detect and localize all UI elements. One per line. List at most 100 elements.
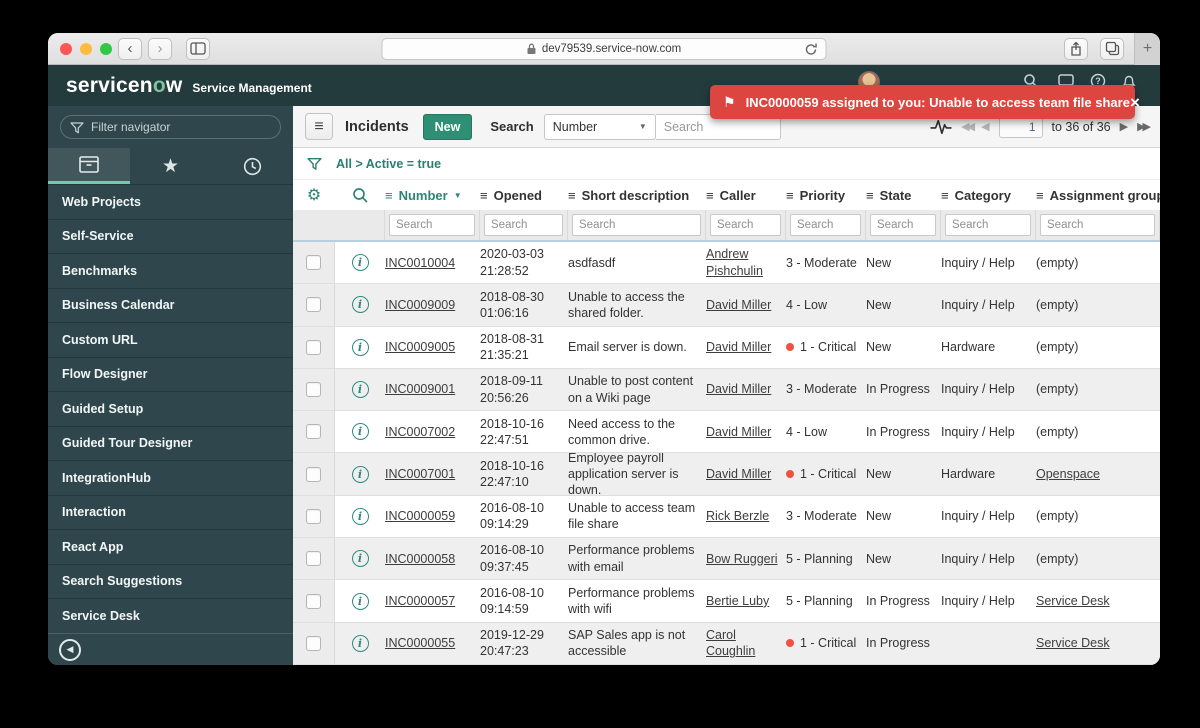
next-page-button[interactable]: ▶ — [1120, 120, 1128, 133]
sidebar-item-react-app[interactable]: React App — [48, 530, 293, 565]
assignment-group-link[interactable]: Service Desk — [1036, 593, 1110, 609]
sidebar-item-guided-setup[interactable]: Guided Setup — [48, 392, 293, 427]
row-checkbox[interactable] — [306, 635, 321, 651]
filter-input-category[interactable] — [945, 214, 1031, 236]
sidebar-item-service-desk[interactable]: Service Desk — [48, 599, 293, 634]
info-icon[interactable]: i — [351, 550, 369, 568]
sidebar-toggle-button[interactable] — [186, 37, 210, 60]
row-checkbox[interactable] — [306, 593, 321, 609]
row-checkbox[interactable] — [306, 508, 321, 524]
row-checkbox[interactable] — [306, 339, 321, 355]
filter-input-state[interactable] — [870, 214, 936, 236]
assignment-group-link[interactable]: Openspace — [1036, 466, 1100, 482]
incident-number-link[interactable]: INC0000055 — [385, 635, 455, 651]
toast-close-icon[interactable]: × — [1130, 94, 1140, 111]
previous-page-button[interactable]: ◀ — [981, 120, 989, 133]
incident-number-link[interactable]: INC0009005 — [385, 339, 455, 355]
caller-link[interactable]: David Miller — [706, 297, 771, 313]
info-icon[interactable]: i — [351, 296, 369, 314]
breadcrumb[interactable]: All > Active = true — [336, 157, 441, 171]
caller-link[interactable]: David Miller — [706, 424, 771, 440]
filter-input-number[interactable] — [389, 214, 475, 236]
info-icon[interactable]: i — [351, 592, 369, 610]
caller-link[interactable]: Rick Berzle — [706, 508, 769, 524]
column-header-short-description[interactable]: ≡ Short description — [568, 188, 706, 203]
column-header-state[interactable]: ≡ State — [866, 188, 941, 203]
row-checkbox[interactable] — [306, 551, 321, 567]
sidebar-item-self-service[interactable]: Self-Service — [48, 220, 293, 254]
sidebar-item-business-calendar[interactable]: Business Calendar — [48, 289, 293, 323]
incident-number-link[interactable]: INC0000058 — [385, 551, 455, 567]
sidebar-item-interaction[interactable]: Interaction — [48, 496, 293, 530]
incident-number-link[interactable]: INC0000059 — [385, 508, 455, 524]
info-icon[interactable]: i — [351, 338, 369, 356]
forward-button[interactable]: › — [148, 37, 172, 60]
sidebar-item-web-projects[interactable]: Web Projects — [48, 185, 293, 220]
incident-number-link[interactable]: INC0007001 — [385, 466, 455, 482]
row-checkbox[interactable] — [306, 466, 321, 482]
caller-link[interactable]: David Miller — [706, 339, 771, 355]
servicenow-logo[interactable]: servicenow — [66, 74, 182, 98]
search-field-select[interactable]: Number ▼ — [543, 113, 656, 140]
incident-number-link[interactable]: INC0009001 — [385, 381, 455, 397]
sidebar-item-integrationhub[interactable]: IntegrationHub — [48, 461, 293, 496]
sidebar-item-benchmarks[interactable]: Benchmarks — [48, 254, 293, 289]
list-settings-button[interactable]: ⚙ — [293, 185, 335, 205]
reload-icon[interactable] — [804, 42, 819, 57]
column-header-category[interactable]: ≡ Category — [941, 188, 1036, 203]
column-header-number[interactable]: ≡ Number ▼ — [385, 188, 480, 203]
caller-link[interactable]: Andrew Pishchulin — [706, 246, 778, 279]
row-checkbox[interactable] — [306, 255, 321, 271]
share-button[interactable] — [1064, 37, 1088, 60]
info-icon[interactable]: i — [351, 634, 369, 652]
caller-link[interactable]: Bow Ruggeri — [706, 551, 778, 567]
activity-stream-icon[interactable] — [930, 118, 952, 136]
filter-input-short-description[interactable] — [572, 214, 701, 236]
new-button[interactable]: New — [422, 113, 473, 140]
info-icon[interactable]: i — [351, 254, 369, 272]
new-tab-button[interactable]: + — [1134, 33, 1160, 65]
column-header-opened[interactable]: ≡ Opened — [480, 188, 568, 203]
last-page-button[interactable]: ▶▶ — [1137, 120, 1151, 133]
sidebar-item-custom-url[interactable]: Custom URL — [48, 323, 293, 358]
tab-history[interactable] — [211, 148, 293, 184]
address-bar[interactable]: dev79539.service-now.com — [381, 37, 827, 60]
row-checkbox[interactable] — [306, 297, 321, 313]
incident-number-link[interactable]: INC0009009 — [385, 297, 455, 313]
column-header-caller[interactable]: ≡ Caller — [706, 188, 786, 203]
filter-input-caller[interactable] — [710, 214, 781, 236]
zoom-window-button[interactable] — [100, 42, 112, 55]
tabs-overview-button[interactable] — [1100, 37, 1124, 60]
close-window-button[interactable] — [60, 42, 72, 55]
first-page-button[interactable]: ◀◀ — [961, 120, 975, 133]
back-button[interactable]: ‹ — [118, 37, 142, 60]
incident-number-link[interactable]: INC0000057 — [385, 593, 455, 609]
collapse-sidebar-button[interactable]: ◀ — [59, 638, 81, 661]
caller-link[interactable]: Carol Coughlin — [706, 627, 778, 660]
filter-input-priority[interactable] — [790, 214, 861, 236]
sidebar-item-guided-tour-designer[interactable]: Guided Tour Designer — [48, 427, 293, 461]
info-icon[interactable]: i — [351, 465, 369, 483]
info-icon[interactable]: i — [351, 507, 369, 525]
filter-navigator-input[interactable] — [60, 115, 281, 139]
incident-number-link[interactable]: INC0010004 — [385, 255, 455, 271]
incident-number-link[interactable]: INC0007002 — [385, 424, 455, 440]
info-icon[interactable]: i — [351, 423, 369, 441]
filter-input-assignment-group[interactable] — [1040, 214, 1155, 236]
minimize-window-button[interactable] — [80, 42, 92, 55]
sidebar-item-flow-designer[interactable]: Flow Designer — [48, 358, 293, 392]
assignment-group-link[interactable]: Service Desk — [1036, 635, 1110, 651]
list-context-menu-button[interactable]: ≡ — [305, 113, 333, 140]
info-icon[interactable]: i — [351, 381, 369, 399]
filter-input-opened[interactable] — [484, 214, 563, 236]
notification-toast[interactable]: ⚑ INC0000059 assigned to you: Unable to … — [710, 85, 1140, 119]
row-checkbox[interactable] — [306, 382, 321, 398]
sidebar-item-search-suggestions[interactable]: Search Suggestions — [48, 565, 293, 599]
column-search-toggle[interactable] — [335, 187, 385, 204]
row-checkbox[interactable] — [306, 424, 321, 440]
caller-link[interactable]: Bertie Luby — [706, 593, 769, 609]
breadcrumb-funnel-icon[interactable] — [307, 157, 322, 171]
tab-all-applications[interactable] — [48, 148, 130, 184]
caller-link[interactable]: David Miller — [706, 466, 771, 482]
caller-link[interactable]: David Miller — [706, 381, 771, 397]
